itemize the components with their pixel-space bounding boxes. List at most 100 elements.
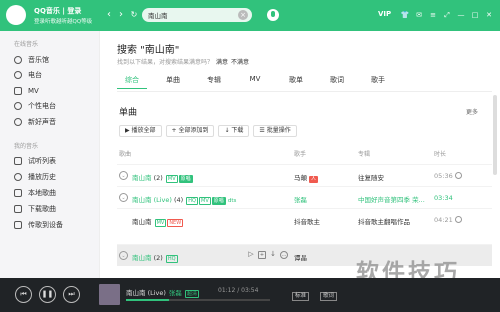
sidebar-item-voice[interactable]: 新好声音: [14, 116, 56, 128]
sidebar-item-playlist[interactable]: 试听列表: [14, 155, 56, 167]
sidebar-item-label: MV: [28, 87, 39, 95]
col-duration: 时长: [434, 151, 447, 158]
favorite-icon[interactable]: [455, 172, 462, 179]
sidebar-group-mine: 我的音乐: [14, 143, 39, 150]
play-time: 01:12 / 03:54: [218, 287, 259, 294]
artist-cell: 马頔人: [294, 172, 319, 183]
lyrics-button[interactable]: 歌词: [320, 292, 338, 301]
more-icon[interactable]: …: [280, 251, 288, 259]
search-feedback: 找到以下结果，对搜索结果满意吗？ 满意 不满意: [117, 57, 249, 66]
dts-badge: dts: [227, 198, 237, 204]
close-icon[interactable]: ✕: [482, 9, 496, 21]
sidebar-item-personal-radio[interactable]: 个性电台: [14, 100, 56, 112]
mv-badge[interactable]: MV: [165, 175, 178, 183]
mail-icon[interactable]: ✉: [412, 9, 426, 21]
play-all-button[interactable]: ▶ 播放全部: [119, 125, 162, 137]
song-title[interactable]: 南山南 (Live): [132, 196, 172, 204]
artist-cell[interactable]: 谭晶: [294, 252, 307, 262]
album-cell[interactable]: 中国好声音第四季 荣...: [358, 194, 425, 204]
tab-albums[interactable]: 专辑: [199, 75, 229, 89]
add-icon[interactable]: +: [258, 251, 266, 259]
mv-badge[interactable]: MV: [154, 219, 167, 227]
search-box[interactable]: ×: [142, 8, 252, 22]
song-title[interactable]: 南山南: [132, 254, 152, 262]
batch-button[interactable]: ☰ 批量操作: [253, 125, 297, 137]
artist-cell[interactable]: 抖音歌主: [294, 216, 320, 226]
sidebar-item-mv[interactable]: MV: [14, 85, 39, 97]
history-icon: [14, 173, 22, 181]
progress-bar[interactable]: [126, 299, 270, 301]
table-header: 歌曲 歌手 专辑 时长: [117, 149, 492, 161]
login-title[interactable]: QQ音乐 | 登录: [34, 6, 81, 16]
sidebar-group-online: 在线音乐: [14, 41, 39, 48]
tab-overview[interactable]: 综合: [117, 75, 147, 89]
previous-icon[interactable]: ⏮: [15, 286, 32, 303]
refresh-icon[interactable]: ↻: [129, 9, 139, 21]
tab-playlists[interactable]: 歌单: [281, 75, 311, 89]
album-cell[interactable]: 往复随安: [358, 172, 384, 182]
chevron-down-icon[interactable]: ⌄: [119, 251, 128, 260]
clear-search-icon[interactable]: ×: [238, 10, 248, 20]
window-controls: 👕 ✉ ≡ ⤢ — □ ✕: [398, 9, 496, 21]
song-count: (2): [153, 254, 163, 262]
tab-songs[interactable]: 单曲: [158, 75, 188, 89]
sidebar-item-local[interactable]: 本地歌曲: [14, 187, 56, 199]
progress-fill: [126, 299, 170, 301]
login-subtitle: 登录听歌越听越QQ等级: [34, 19, 93, 25]
new-badge: NEW: [167, 219, 184, 227]
add-all-button[interactable]: + 全部添加到: [165, 125, 215, 137]
forward-icon[interactable]: ›: [116, 9, 126, 21]
scrollbar[interactable]: [493, 95, 497, 175]
sidebar-item-label: 音乐馆: [28, 56, 49, 64]
play-icon[interactable]: ▷: [247, 251, 255, 259]
mv-icon: [14, 87, 22, 95]
listen-recognize-icon[interactable]: [267, 9, 279, 21]
favorite-icon[interactable]: [455, 216, 462, 223]
chevron-down-icon[interactable]: ⌄: [119, 193, 128, 202]
table-row[interactable]: 南山南 MV NEW 抖音歌主 抖音歌主翻唱作品 04:21: [117, 208, 492, 230]
satisfied-link[interactable]: 满意: [216, 59, 228, 66]
sidebar-item-history[interactable]: 播放历史: [14, 171, 56, 183]
download-button[interactable]: ↓ 下载: [218, 125, 250, 137]
local-icon: [14, 189, 22, 197]
table-row[interactable]: ⌄ 南山南 (Live) (4) HQ MV 原唱 dts 张磊 中国好声音第四季 …: [117, 186, 492, 208]
next-icon[interactable]: ⏭: [63, 286, 80, 303]
pause-icon[interactable]: ❚❚: [39, 286, 56, 303]
song-title[interactable]: 南山南: [132, 174, 152, 182]
table-row[interactable]: ⌄ 南山南 (2) MV 原唱 马頔人 往复随安 05:36: [117, 164, 492, 186]
more-link[interactable]: 更多: [466, 107, 478, 116]
artist-cell[interactable]: 张磊: [294, 194, 307, 204]
download-icon[interactable]: ↓: [269, 251, 277, 259]
album-cover[interactable]: [99, 284, 120, 305]
quality-badge: 超清: [185, 290, 200, 298]
tab-mv[interactable]: MV: [240, 75, 270, 89]
song-title-cell: 南山南 (2) MV 原唱: [132, 172, 193, 183]
search-input[interactable]: [142, 8, 234, 22]
unsatisfied-link[interactable]: 不满意: [231, 59, 249, 66]
now-playing-title[interactable]: 南山南 (Live): [126, 289, 166, 297]
qq-music-logo[interactable]: [6, 5, 26, 25]
sidebar-item-download[interactable]: 下载歌曲: [14, 203, 56, 215]
vip-link[interactable]: VIP: [378, 10, 391, 18]
sidebar-item-radio[interactable]: 电台: [14, 69, 42, 81]
mv-badge[interactable]: MV: [199, 197, 211, 205]
col-artist: 歌手: [294, 151, 307, 158]
now-playing-artist[interactable]: 张磊: [169, 289, 182, 297]
minimize-icon[interactable]: —: [454, 9, 468, 21]
tab-artists[interactable]: 歌手: [363, 75, 393, 89]
chevron-down-icon[interactable]: ⌄: [119, 171, 128, 180]
playlist-icon: [14, 157, 22, 165]
artist-name[interactable]: 马頔: [294, 174, 307, 182]
tab-lyrics[interactable]: 歌词: [322, 75, 352, 89]
shirt-icon[interactable]: 👕: [398, 9, 412, 21]
mini-mode-icon[interactable]: ⤢: [440, 9, 454, 21]
main-content: 搜索 "南山南" 找到以下结果，对搜索结果满意吗？ 满意 不满意 综合 单曲 专辑 …: [100, 31, 500, 278]
song-title[interactable]: 南山南: [132, 218, 152, 226]
sidebar-item-device[interactable]: 传歌到设备: [14, 219, 63, 231]
maximize-icon[interactable]: □: [468, 9, 482, 21]
back-icon[interactable]: ‹: [104, 9, 114, 21]
album-cell[interactable]: 抖音歌主翻唱作品: [358, 216, 410, 226]
settings-icon[interactable]: ≡: [426, 9, 440, 21]
sound-quality-button[interactable]: 标准: [292, 292, 310, 301]
sidebar-item-music-hall[interactable]: 音乐馆: [14, 54, 49, 66]
